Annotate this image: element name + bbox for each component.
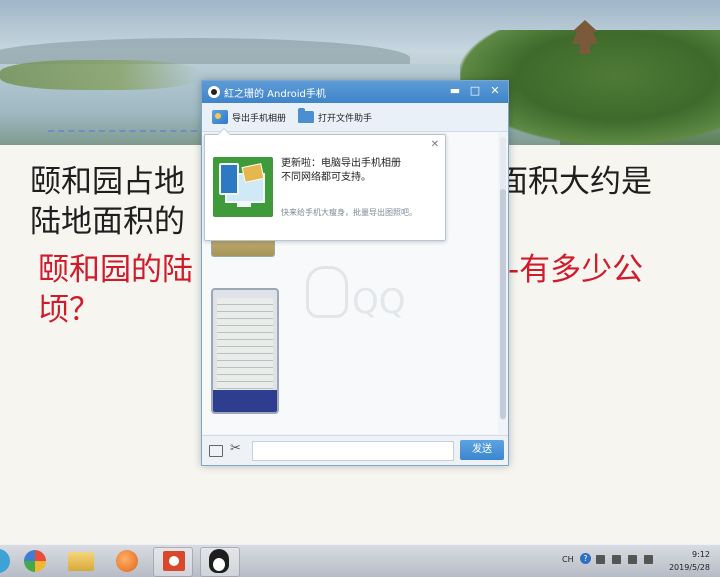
slide-text-line1-right: 面积大约是 (497, 164, 652, 200)
popup-message-line2: 不同网络都可支持。 (281, 172, 371, 183)
window-toolbar: 导出手机相册 打开文件助手 (202, 103, 508, 132)
photo-album-icon (212, 110, 228, 124)
window-titlebar[interactable]: 紅之珊的 Android手机 ▬ □ ✕ (202, 81, 508, 103)
slide-question-line1-left: 颐和园的陆 (38, 252, 193, 288)
tray-icon[interactable] (596, 555, 605, 564)
vertical-scrollbar[interactable] (500, 137, 506, 420)
phone-to-pc-illustration (213, 157, 273, 217)
taskbar: CH ? 9:12 2019/5/28 (0, 544, 720, 577)
slide-text-line1-left: 颐和园占地 (30, 164, 185, 200)
message-input[interactable] (252, 441, 454, 461)
browser-icon[interactable] (116, 550, 138, 572)
qq-watermark-text: QQ (352, 282, 406, 322)
export-album-label: 导出手机相册 (232, 113, 287, 124)
qq-watermark-icon (306, 266, 348, 318)
export-album-button[interactable]: 导出手机相册 (212, 110, 286, 124)
help-icon[interactable]: ? (580, 553, 591, 564)
scrollbar-thumb[interactable] (500, 189, 506, 419)
input-bar: ✂ 发送 (202, 435, 508, 465)
popup-hint[interactable]: 快来给手机大瘦身，批量导出图照吧。 (281, 207, 417, 218)
send-button[interactable]: 发送 (460, 440, 504, 460)
powerpoint-icon[interactable] (163, 551, 185, 571)
qq-penguin-icon[interactable] (209, 549, 229, 573)
popup-message-line1: 更新啦：电脑导出手机相册 (281, 158, 401, 169)
flag-icon[interactable] (612, 555, 621, 564)
qq-penguin-icon (208, 86, 220, 98)
folder-icon (298, 108, 315, 123)
pinwheel-app-icon[interactable] (24, 550, 46, 572)
popup-close-icon[interactable]: ✕ (431, 139, 439, 150)
clock[interactable]: 9:12 2019/5/28 (660, 548, 710, 574)
start-button[interactable] (0, 549, 10, 573)
open-file-helper-label: 打开文件助手 (318, 113, 373, 124)
update-notification-popup: ✕ 更新啦：电脑导出手机相册 不同网络都可支持。 快来给手机大瘦身，批量导出图照… (204, 128, 446, 241)
popup-message: 更新啦：电脑导出手机相册 不同网络都可支持。 (281, 157, 401, 185)
scissors-icon[interactable]: ✂ (230, 441, 241, 456)
network-icon[interactable] (628, 555, 637, 564)
input-language-indicator[interactable]: CH (562, 555, 574, 564)
window-title: 紅之珊的 Android手机 (224, 88, 326, 100)
close-button[interactable]: ✕ (486, 83, 504, 99)
slide-question-line2: 顷？ (38, 292, 100, 328)
clock-date: 2019/5/28 (668, 563, 710, 572)
minimize-button[interactable]: ▬ (446, 83, 464, 99)
folder-icon[interactable] (209, 445, 223, 457)
photo-thumbnail[interactable] (211, 288, 279, 414)
maximize-button[interactable]: □ (466, 83, 484, 99)
open-file-helper-button[interactable]: 打开文件助手 (298, 108, 373, 124)
file-explorer-icon[interactable] (68, 552, 94, 571)
slide-question-line1-right: -有多少公 (508, 252, 644, 288)
speaker-icon[interactable] (644, 555, 653, 564)
slide-text-line2: 陆地面积的 (30, 204, 185, 240)
clock-time: 9:12 (692, 550, 710, 559)
